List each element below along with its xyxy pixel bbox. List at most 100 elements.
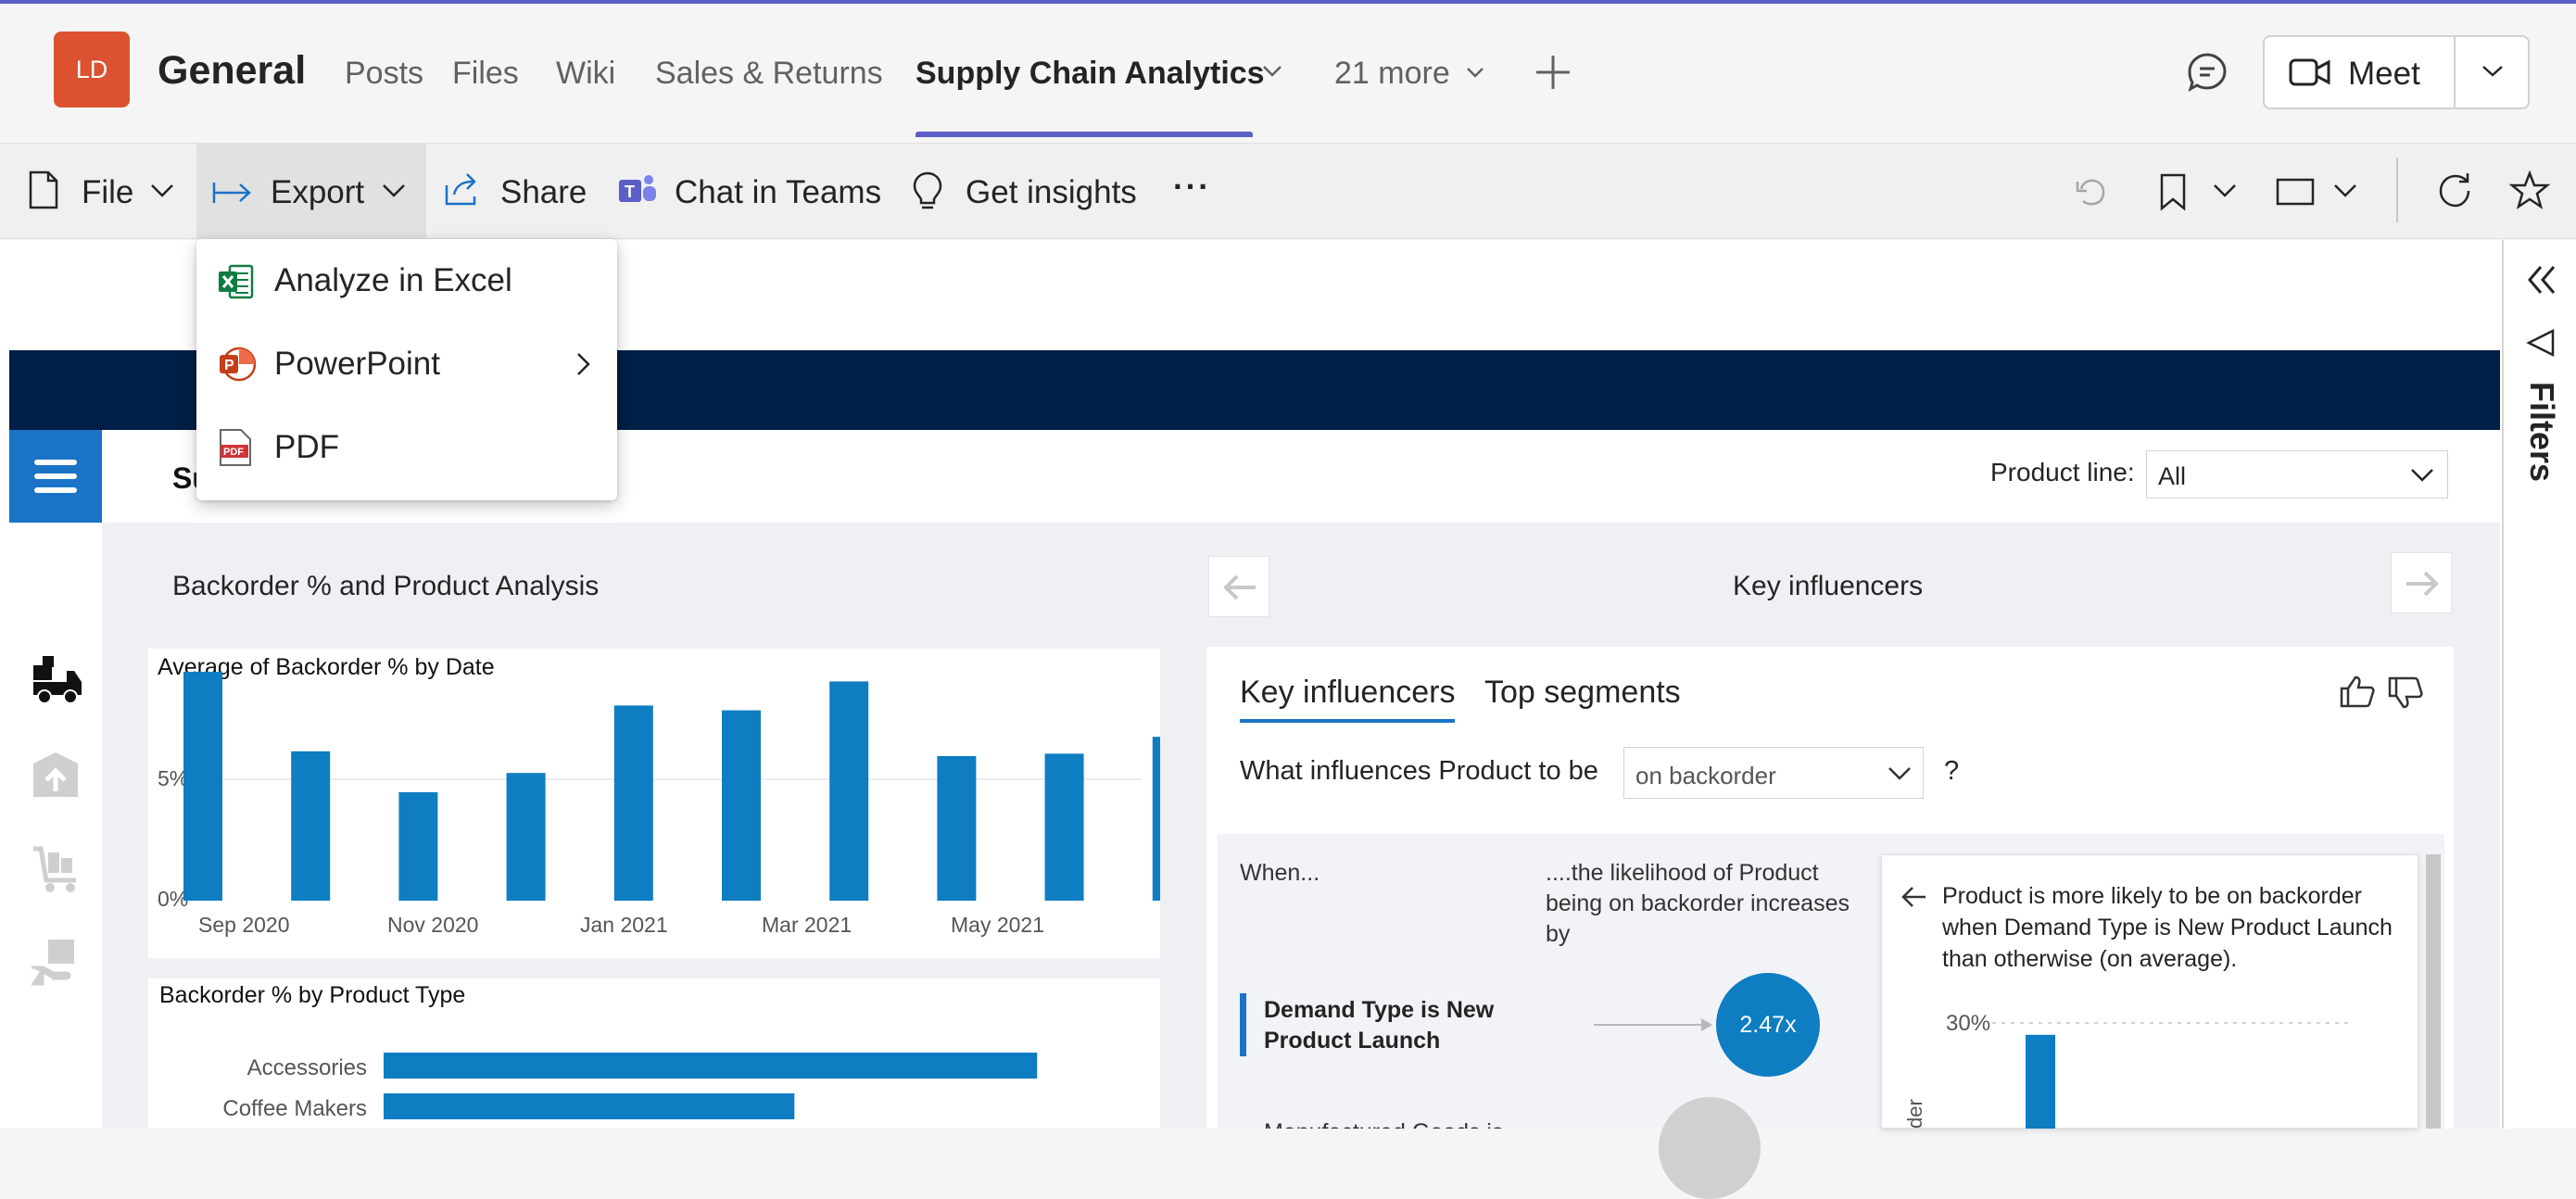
filter-funnel-icon bbox=[2526, 328, 2556, 362]
product-line-label: Product line: bbox=[1990, 458, 2135, 486]
when-label: When... bbox=[1240, 860, 1320, 886]
chevron-down-icon[interactable] bbox=[150, 183, 174, 203]
backorder-bar-jun-2021[interactable] bbox=[1152, 737, 1160, 901]
conversation-icon[interactable] bbox=[2187, 52, 2228, 97]
chevron-down-icon bbox=[1888, 766, 1912, 786]
tab-more[interactable]: 21 more bbox=[1334, 56, 1450, 92]
product-bar-coffee-makers[interactable] bbox=[384, 1093, 795, 1119]
next-factor-label[interactable]: Manufactured Goods is bbox=[1264, 1119, 1503, 1129]
export-dropdown-menu: Analyze in Excel P PowerPoint PDF PDF bbox=[196, 239, 617, 500]
influence-question: What influences Product to be bbox=[1240, 756, 1598, 786]
previous-arrow-button[interactable] bbox=[1208, 556, 1269, 617]
backorder-bar-dec-2020[interactable] bbox=[506, 773, 546, 901]
lightbulb-icon bbox=[912, 170, 943, 216]
factor-value-bubble[interactable]: 2.47x bbox=[1716, 973, 1820, 1077]
influence-target-dropdown[interactable]: on backorder bbox=[1623, 747, 1924, 799]
influence-target-value: on backorder bbox=[1635, 762, 1776, 789]
tab-files[interactable]: Files bbox=[452, 56, 519, 92]
category-label-accessories: Accessories bbox=[247, 1055, 367, 1080]
backorder-bar-mar-2021[interactable] bbox=[829, 681, 869, 901]
refresh-icon[interactable] bbox=[2435, 170, 2476, 216]
favorite-star-icon[interactable] bbox=[2508, 170, 2551, 214]
svg-text:P: P bbox=[224, 358, 234, 373]
pdf-icon: PDF bbox=[219, 428, 252, 472]
menu-item-analyze-in-excel[interactable]: Analyze in Excel bbox=[196, 239, 617, 322]
collapse-pane-icon[interactable] bbox=[2524, 263, 2557, 301]
product-line-dropdown[interactable]: All bbox=[2146, 450, 2448, 499]
team-name: General bbox=[158, 48, 307, 93]
chevron-down-icon[interactable] bbox=[382, 183, 406, 203]
chevron-down-icon[interactable] bbox=[2213, 183, 2237, 203]
detail-y-tick-30: 30% bbox=[1946, 1011, 1990, 1036]
backorder-date-plot: 5% 0% Sep 2020 Nov 2020 Jan 2021 Mar 202… bbox=[158, 672, 1160, 937]
chevron-down-icon[interactable] bbox=[2333, 183, 2357, 203]
next-factor-bubble[interactable] bbox=[1659, 1097, 1761, 1199]
menu-label: Analyze in Excel bbox=[274, 262, 512, 298]
backorder-bar-apr-2021[interactable] bbox=[937, 756, 977, 901]
x-tick-mar-2021: Mar 2021 bbox=[762, 913, 852, 937]
more-options-button[interactable]: ··· bbox=[1173, 169, 1211, 206]
share-button[interactable]: Share bbox=[500, 174, 587, 211]
shopping-cart-icon[interactable] bbox=[30, 843, 82, 900]
package-hand-icon[interactable] bbox=[30, 936, 82, 992]
delivery-truck-icon[interactable] bbox=[30, 654, 83, 711]
view-icon[interactable] bbox=[2276, 178, 2315, 210]
back-arrow-icon[interactable] bbox=[1900, 886, 1927, 913]
tab-wiki[interactable]: Wiki bbox=[556, 56, 615, 92]
chevron-down-icon[interactable] bbox=[1262, 65, 1282, 82]
tab-posts[interactable]: Posts bbox=[345, 56, 423, 92]
x-tick-sep-2020: Sep 2020 bbox=[198, 913, 289, 937]
svg-text:T: T bbox=[625, 183, 635, 201]
filters-pane bbox=[2502, 240, 2576, 1129]
add-tab-icon[interactable] bbox=[1534, 54, 1572, 95]
hamburger-menu-button[interactable] bbox=[9, 430, 102, 523]
detail-bar-new-product-launch[interactable] bbox=[2026, 1034, 2055, 1129]
backorder-by-date-chart[interactable]: Average of Backorder % by Date 5% 0% Sep… bbox=[148, 649, 1160, 958]
export-arrow-icon bbox=[211, 180, 254, 210]
backorder-bar-sep-2020[interactable] bbox=[183, 672, 222, 901]
bookmark-icon[interactable] bbox=[2159, 172, 2187, 216]
menu-item-pdf[interactable]: PDF PDF bbox=[196, 406, 617, 489]
backorder-by-product-chart[interactable]: Backorder % by Product Type Accessories … bbox=[148, 978, 1160, 1129]
backorder-bar-feb-2021[interactable] bbox=[722, 710, 761, 901]
category-label-coffee-makers: Coffee Makers bbox=[222, 1096, 367, 1121]
backorder-bar-oct-2020[interactable] bbox=[291, 751, 331, 901]
product-type-plot: Accessories Coffee Makers bbox=[222, 1053, 1038, 1121]
filters-label[interactable]: Filters bbox=[2522, 382, 2561, 482]
chevron-down-icon[interactable] bbox=[2481, 65, 2504, 82]
tab-supply-chain-analytics[interactable]: Supply Chain Analytics bbox=[915, 56, 1265, 92]
factor-label[interactable]: Demand Type is New Product Launch bbox=[1264, 995, 1514, 1056]
backorder-bar-jan-2021[interactable] bbox=[613, 705, 653, 901]
share-icon bbox=[443, 170, 482, 212]
backorder-bar-may-2021[interactable] bbox=[1044, 753, 1084, 901]
x-tick-jan-2021: Jan 2021 bbox=[580, 913, 668, 937]
thumbs-up-icon[interactable] bbox=[2339, 675, 2376, 713]
detail-scrollbar[interactable] bbox=[2426, 854, 2441, 1129]
powerpoint-icon: P bbox=[217, 345, 257, 388]
chevron-down-icon[interactable] bbox=[1466, 67, 1484, 83]
menu-label: PDF bbox=[274, 429, 339, 465]
next-arrow-button[interactable] bbox=[2391, 552, 2452, 613]
team-avatar[interactable]: LD bbox=[54, 32, 130, 107]
menu-item-powerpoint[interactable]: P PowerPoint bbox=[196, 322, 617, 406]
svg-text:PDF: PDF bbox=[223, 447, 244, 458]
backorder-bar-nov-2020[interactable] bbox=[398, 792, 438, 901]
tab-key-influencers[interactable]: Key influencers bbox=[1240, 675, 1455, 711]
tab-sales-returns[interactable]: Sales & Returns bbox=[655, 56, 883, 92]
get-insights-button[interactable]: Get insights bbox=[966, 174, 1137, 211]
product-bar-accessories[interactable] bbox=[384, 1053, 1038, 1079]
question-mark: ? bbox=[1944, 756, 1960, 786]
thumbs-down-icon[interactable] bbox=[2387, 676, 2424, 714]
detail-y-axis-label: der bbox=[1903, 1099, 1926, 1129]
export-menu-button[interactable]: Export bbox=[271, 174, 364, 211]
toolbar-divider bbox=[2396, 158, 2398, 222]
x-tick-nov-2020: Nov 2020 bbox=[387, 913, 478, 937]
undo-icon[interactable] bbox=[2074, 174, 2109, 214]
tab-top-segments[interactable]: Top segments bbox=[1484, 675, 1681, 711]
chat-in-teams-button[interactable]: Chat in Teams bbox=[675, 174, 881, 211]
factor-connector-arrow bbox=[1594, 1018, 1712, 1031]
inventory-upload-icon[interactable] bbox=[30, 749, 82, 805]
product-line-value: All bbox=[2158, 462, 2187, 490]
file-icon bbox=[28, 170, 59, 214]
file-menu-button[interactable]: File bbox=[82, 174, 133, 211]
